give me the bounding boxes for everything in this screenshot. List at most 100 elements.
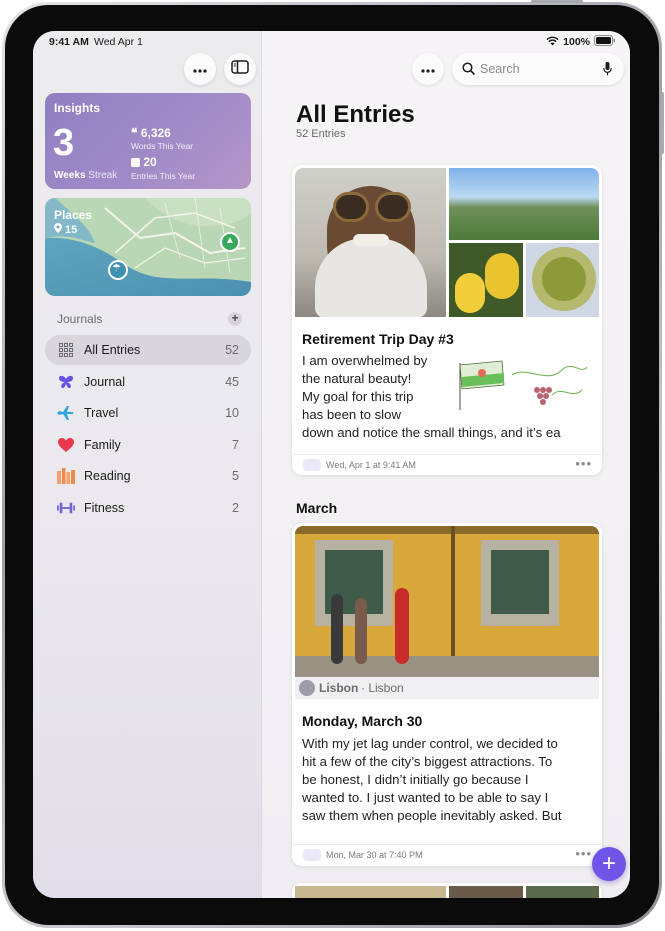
words-caption: Words This Year bbox=[131, 141, 194, 151]
entry-count: 52 Entries bbox=[296, 128, 346, 140]
screen: 9:41 AM Wed Apr 1 Insights 3 Weeks Strea… bbox=[33, 31, 630, 898]
excerpt-line: hit a few of the city’s biggest attracti… bbox=[302, 754, 553, 769]
entry-card[interactable] bbox=[292, 883, 602, 898]
excerpt-line: With my jet lag under control, we decide… bbox=[302, 736, 558, 751]
entry-date: Mon, Mar 30 at 7:40 PM bbox=[326, 850, 423, 860]
sidebar-more-button[interactable] bbox=[184, 53, 216, 85]
airplane-icon bbox=[57, 405, 75, 421]
sidebar-item-count: 7 bbox=[232, 438, 239, 452]
search-icon bbox=[462, 62, 475, 80]
sidebar-icon bbox=[231, 59, 249, 79]
sidebar-item-journal[interactable]: Journal 45 bbox=[45, 367, 251, 397]
streak-value: 3 bbox=[53, 122, 75, 164]
places-title: Places bbox=[54, 208, 93, 222]
location-pin-icon bbox=[54, 223, 62, 236]
entry-date: Wed, Apr 1 at 9:41 AM bbox=[326, 460, 416, 470]
microphone-icon[interactable] bbox=[603, 62, 612, 81]
entry-more-icon[interactable]: ••• bbox=[575, 846, 592, 861]
entry-card[interactable]: Retirement Trip Day #3 I am overwhelmed … bbox=[292, 165, 602, 475]
sketch-illustration bbox=[452, 355, 592, 415]
sidebar-item-label: Reading bbox=[84, 469, 131, 483]
heart-icon bbox=[57, 437, 75, 453]
streak-caption: Streak bbox=[88, 170, 118, 181]
wifi-icon bbox=[546, 36, 559, 49]
sidebar-item-count: 5 bbox=[232, 469, 239, 483]
entry-photo-portrait bbox=[295, 168, 446, 317]
entries-stat: 20 bbox=[131, 155, 157, 169]
entry-photo-lemons bbox=[449, 243, 523, 317]
entry-photo-street bbox=[295, 526, 599, 677]
umbrella-pin-icon[interactable]: ☂ bbox=[112, 263, 121, 274]
search-field[interactable]: Search bbox=[452, 53, 624, 85]
page-title: All Entries bbox=[296, 101, 415, 128]
entry-footer: Mon, Mar 30 at 7:40 PM ••• bbox=[292, 844, 602, 864]
places-count-value: 15 bbox=[65, 223, 78, 236]
battery-percent: 100% bbox=[563, 36, 590, 48]
places-card[interactable]: ☂ ▲ Places 15 bbox=[45, 198, 251, 296]
status-time: 9:41 AM bbox=[49, 36, 89, 48]
sidebar-item-label: Journal bbox=[84, 375, 125, 389]
entry-photo-valley bbox=[449, 168, 599, 240]
entries-caption: Entries This Year bbox=[131, 171, 196, 181]
sidebar-item-count: 2 bbox=[232, 501, 239, 515]
sidebar-item-all-entries[interactable]: All Entries 52 bbox=[45, 335, 251, 365]
month-header: March bbox=[296, 500, 338, 516]
sidebar-item-travel[interactable]: Travel 10 bbox=[45, 398, 251, 428]
add-journal-button[interactable]: + bbox=[228, 312, 242, 326]
sidebar-item-label: Family bbox=[84, 438, 121, 452]
location-secondary: · Lisbon bbox=[361, 681, 404, 695]
excerpt-line: saw them when people inevitably asked. B… bbox=[302, 808, 562, 823]
location-avatar-icon bbox=[299, 680, 315, 696]
entry-footer: Wed, Apr 1 at 9:41 AM ••• bbox=[292, 454, 602, 474]
dumbbell-icon bbox=[57, 500, 75, 516]
excerpt-line: be honest, I didn’t initially go because… bbox=[302, 772, 529, 787]
entry-excerpt: With my jet lag under control, we decide… bbox=[302, 735, 562, 825]
quote-icon: ❝ bbox=[131, 126, 138, 140]
sidebar: 9:41 AM Wed Apr 1 Insights 3 Weeks Strea… bbox=[33, 31, 262, 898]
plus-icon: + bbox=[601, 850, 616, 877]
status-indicators: 100% bbox=[546, 35, 616, 49]
excerpt-line: down and notice the small things, and it… bbox=[302, 425, 561, 440]
calendar-icon bbox=[131, 158, 140, 167]
journals-header: Journals bbox=[57, 312, 103, 326]
entry-more-icon[interactable]: ••• bbox=[575, 456, 592, 471]
entry-photo bbox=[295, 886, 446, 898]
more-icon bbox=[193, 60, 207, 78]
sidebar-item-fitness[interactable]: Fitness 2 bbox=[45, 493, 251, 523]
status-date: Wed Apr 1 bbox=[94, 36, 143, 48]
sidebar-item-count: 10 bbox=[225, 406, 239, 420]
search-placeholder: Search bbox=[480, 62, 520, 76]
main-more-button[interactable] bbox=[412, 53, 444, 85]
more-icon bbox=[421, 60, 435, 78]
sidebar-item-count: 45 bbox=[225, 375, 239, 389]
volume-button bbox=[661, 92, 664, 154]
sidebar-item-label: Fitness bbox=[84, 501, 125, 515]
sidebar-item-label: Travel bbox=[84, 406, 119, 420]
sidebar-item-reading[interactable]: Reading 5 bbox=[45, 461, 251, 491]
battery-icon bbox=[594, 35, 616, 49]
sidebar-item-label: All Entries bbox=[84, 343, 141, 357]
entry-title: Retirement Trip Day #3 bbox=[302, 331, 454, 347]
entry-photo bbox=[449, 886, 523, 898]
books-icon bbox=[57, 468, 75, 484]
grid-icon bbox=[57, 342, 75, 358]
new-entry-button[interactable]: + bbox=[592, 847, 626, 881]
insights-title: Insights bbox=[54, 101, 101, 115]
words-stat: ❝ 6,326 bbox=[131, 126, 171, 140]
entry-card[interactable]: Lisbon · Lisbon Monday, March 30 With my… bbox=[292, 523, 602, 866]
excerpt-line: wanted to. I just wanted to be able to s… bbox=[302, 790, 549, 805]
top-button bbox=[531, 0, 583, 3]
location-bar[interactable]: Lisbon · Lisbon bbox=[295, 677, 599, 699]
words-value: 6,326 bbox=[140, 126, 171, 140]
tree-pin-icon[interactable]: ▲ bbox=[225, 235, 235, 246]
sidebar-item-count: 52 bbox=[225, 343, 239, 357]
entry-title: Monday, March 30 bbox=[302, 713, 423, 729]
toggle-sidebar-button[interactable] bbox=[224, 53, 256, 85]
journal-butterfly-icon bbox=[303, 459, 321, 471]
entries-value: 20 bbox=[143, 155, 157, 169]
journal-butterfly-icon bbox=[303, 849, 321, 861]
entry-photo bbox=[526, 886, 599, 898]
places-count: 15 bbox=[54, 223, 77, 236]
insights-card[interactable]: Insights 3 Weeks Streak ❝ 6,326 Words Th… bbox=[45, 93, 251, 189]
sidebar-item-family[interactable]: Family 7 bbox=[45, 430, 251, 460]
